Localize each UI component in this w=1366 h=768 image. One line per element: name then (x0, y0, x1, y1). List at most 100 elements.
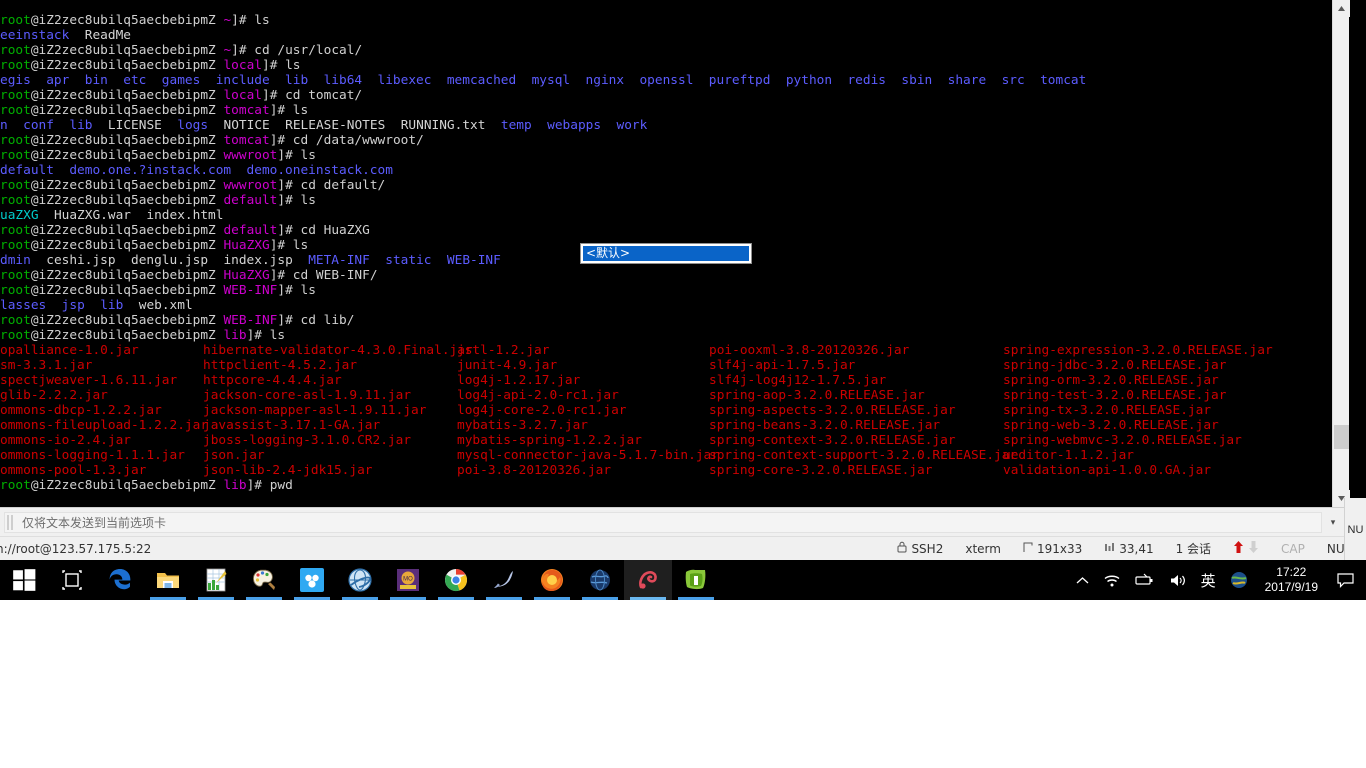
jar-file-name: sm-3.3.1.jar (0, 358, 93, 373)
terminal-prompt-line: root@iZ2zec8ubilq5aecbebipmZ HuaZXG]# cd… (0, 268, 378, 283)
ime-label: 英 (1200, 571, 1216, 590)
status-cap-label: CAP (1281, 541, 1305, 556)
battery-icon (1134, 573, 1153, 585)
tray-volume-button[interactable] (1162, 560, 1194, 600)
jar-file-name: slf4j-api-1.7.5.jar (709, 358, 856, 373)
cursor-position-icon (1104, 542, 1115, 556)
terminal-prompt-line: root@iZ2zec8ubilq5aecbebipmZ tomcat]# ls (0, 103, 309, 118)
clock-date: 2017/9/19 (1264, 580, 1318, 594)
screen: root@iZ2zec8ubilq5aecbebipmZ ~]# ls eeins… (0, 0, 1366, 768)
jar-file-name: spring-context-support-3.2.0.RELEASE.jar (709, 448, 1018, 463)
mobile-ide-button[interactable]: MO (384, 560, 432, 600)
notification-center-button[interactable] (1328, 572, 1362, 588)
jar-file-name: hibernate-validator-4.3.0.Final.jar (203, 343, 473, 358)
jar-file-name: spring-tx-3.2.0.RELEASE.jar (1003, 403, 1212, 418)
status-cap-lock: CAP (1270, 542, 1316, 556)
terminal-prompt-line: root@iZ2zec8ubilq5aecbebipmZ WEB-INF]# l… (0, 283, 316, 298)
terminal-prompt-line: root@iZ2zec8ubilq5aecbebipmZ ~]# cd /usr… (0, 43, 363, 58)
paint-button[interactable] (240, 560, 288, 600)
terminal-right-padding (1349, 0, 1366, 507)
volume-icon (1170, 574, 1185, 586)
terminal-prompt-line: root@iZ2zec8ubilq5aecbebipmZ default]# c… (0, 223, 370, 238)
jar-file-name: jackson-mapper-asl-1.9.11.jar (203, 403, 427, 418)
jar-file-name: ommons-io-2.4.jar (0, 433, 131, 448)
send-command-bar[interactable]: 仅将文本发送到当前选项卡 ▾ ☰ (0, 507, 1366, 536)
globe-app-button[interactable] (576, 560, 624, 600)
edge-icon (109, 569, 131, 590)
system-tray[interactable]: 英 17:22 2017/9/19 (1069, 560, 1366, 600)
jar-file-name: junit-4.9.jar (457, 358, 558, 373)
status-cursor: 33,41 (1093, 542, 1164, 556)
combo-selected-option[interactable]: <默认> (583, 246, 749, 261)
status-session-address: h://root@123.57.175.5:22 (0, 541, 152, 556)
status-transfer-indicators (1222, 540, 1270, 558)
jar-file-name: jackson-core-asl-1.9.11.jar (203, 388, 412, 403)
windows-logo-icon (13, 569, 36, 591)
tray-app-icon-button[interactable] (1223, 560, 1255, 600)
send-command-input[interactable]: 仅将文本发送到当前选项卡 (4, 511, 1322, 533)
navicat-button[interactable] (480, 560, 528, 600)
task-view-button[interactable] (48, 560, 96, 600)
status-terminal-type: xterm (954, 542, 1012, 556)
scroll-up-arrow-icon[interactable] (1333, 0, 1350, 17)
edge-button[interactable] (96, 560, 144, 600)
globe-icon (590, 569, 610, 591)
tray-overflow-button[interactable] (1069, 560, 1096, 600)
jar-file-name: jboss-logging-3.1.0.CR2.jar (203, 433, 412, 448)
xshell-icon (639, 571, 657, 589)
file-explorer-button[interactable] (144, 560, 192, 600)
send-command-placeholder: 仅将文本发送到当前选项卡 (22, 515, 167, 530)
terminal-vertical-scrollbar[interactable] (1332, 0, 1350, 507)
chrome-button[interactable] (432, 560, 480, 600)
terminal-output-line: default demo.one.?instack.com demo.onein… (0, 163, 393, 178)
tray-network-button[interactable] (1096, 560, 1128, 600)
terminal-prompt-line: root@iZ2zec8ubilq5aecbebipmZ WEB-INF]# c… (0, 313, 355, 328)
status-size: 191x33 (1012, 542, 1093, 556)
wifi-icon (1104, 575, 1120, 586)
jar-file-name: ommons-fileupload-1.2.2.jar (0, 418, 209, 433)
session-selector-popup[interactable]: <默认> (580, 243, 752, 264)
notepadpp-button[interactable] (672, 560, 720, 600)
taskbar-clock[interactable]: 17:22 2017/9/19 (1255, 565, 1328, 595)
scrollbar-thumb[interactable] (1334, 425, 1349, 449)
jar-file-name: mybatis-spring-1.2.2.jar (457, 433, 642, 448)
internet-explorer-icon (348, 568, 372, 592)
terminal-prompt-line: root@iZ2zec8ubilq5aecbebipmZ tomcat]# cd… (0, 133, 424, 148)
xshell-button[interactable] (624, 560, 672, 600)
status-protocol: SSH2 (886, 541, 954, 556)
jar-file-name: mysql-connector-java-5.1.7-bin.jar (457, 448, 719, 463)
jar-file-name: mybatis-3.2.7.jar (457, 418, 588, 433)
status-sessions-label: 1 会话 (1175, 542, 1212, 556)
terminal-prompt-line: root@iZ2zec8ubilq5aecbebipmZ lib]# pwd (0, 478, 293, 493)
tray-ime-button[interactable]: 英 (1194, 560, 1223, 600)
send-target-dropdown-icon[interactable]: ▾ (1324, 517, 1342, 528)
terminal-output-line: lasses jsp lib web.xml (0, 298, 193, 313)
excel-button[interactable] (192, 560, 240, 600)
jar-file-name: spring-orm-3.2.0.RELEASE.jar (1003, 373, 1219, 388)
jar-file-name: json.jar (203, 448, 265, 463)
jar-file-name: ueditor-1.1.2.jar (1003, 448, 1134, 463)
jar-file-name: spring-test-3.2.0.RELEASE.jar (1003, 388, 1227, 403)
status-size-label: 191x33 (1036, 541, 1083, 556)
jar-file-name: spring-aspects-3.2.0.RELEASE.jar (709, 403, 956, 418)
download-arrow-icon (1248, 540, 1259, 558)
status-cursor-label: 33,41 (1119, 541, 1154, 556)
status-protocol-label: SSH2 (911, 541, 944, 556)
cloud-icon (300, 568, 324, 592)
ie-button[interactable] (336, 560, 384, 600)
jar-file-name: spectjweaver-1.6.11.jar (0, 373, 178, 388)
drag-grip-icon[interactable] (7, 514, 16, 530)
firefox-button[interactable] (528, 560, 576, 600)
jar-file-name: opalliance-1.0.jar (0, 343, 139, 358)
baidu-netdisk-button[interactable] (288, 560, 336, 600)
tray-battery-button[interactable] (1128, 560, 1162, 600)
clock-time: 17:22 (1276, 565, 1307, 579)
firefox-icon (541, 569, 563, 592)
start-button[interactable] (0, 560, 48, 600)
status-sessions: 1 会话 (1165, 540, 1222, 557)
svg-text:MO: MO (403, 577, 413, 583)
upload-arrow-icon (1233, 540, 1244, 558)
xshell-terminal-window[interactable]: root@iZ2zec8ubilq5aecbebipmZ ~]# ls eeins… (0, 0, 1366, 560)
windows-taskbar[interactable]: MO 英 17:22 2017/9/19 (0, 560, 1366, 600)
jar-file-name: httpclient-4.5.2.jar (203, 358, 358, 373)
